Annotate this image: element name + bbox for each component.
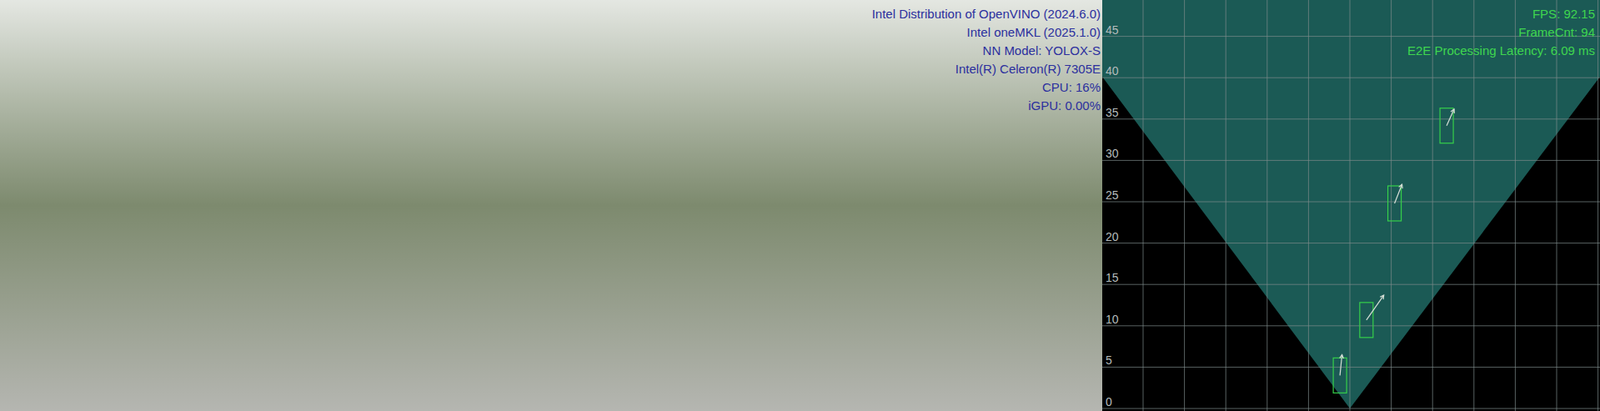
grid-line: [1102, 160, 1600, 161]
tracked-object: [1359, 295, 1385, 338]
overlay-info-line: CPU: 16%: [1042, 78, 1101, 97]
grid-line: [1183, 0, 1185, 411]
overlay-info-line: Intel(R) Celeron(R) 7305E: [955, 60, 1101, 79]
tracked-object: [1388, 184, 1404, 221]
grid-line: [1102, 242, 1600, 244]
stats: FPS: 92.15FrameCnt: 94E2E Processing Lat…: [1407, 5, 1595, 61]
bird-view-chart: 0 5 10 15 20 25 30 35 40 45: [1102, 0, 1600, 411]
grid-line: [1390, 0, 1392, 411]
overlay-info: Intel Distribution of OpenVINO (2024.6.0…: [872, 5, 1101, 116]
grid-line: [1432, 0, 1434, 411]
grid-line: [1473, 0, 1475, 411]
grid-line: [1102, 118, 1600, 120]
y-tick-label: 45: [1105, 23, 1119, 37]
stat-line: E2E Processing Latency: 6.09 ms: [1407, 41, 1595, 61]
overlay-info-line: NN Model: YOLOX-S: [983, 41, 1101, 61]
grid-line: [1102, 366, 1600, 368]
app: Intel Distribution of OpenVINO (2024.6.0…: [0, 0, 1600, 411]
y-tick-label: 25: [1105, 188, 1119, 202]
field-of-view: [1102, 0, 1600, 409]
grid-line: [1102, 201, 1600, 203]
y-tick-label: 30: [1105, 146, 1119, 161]
grid-line: [1102, 325, 1600, 327]
grid-line: [1102, 284, 1600, 286]
overlay-info-line: Intel Distribution of OpenVINO (2024.6.0…: [872, 5, 1101, 24]
grid-line: [1143, 0, 1144, 411]
overlay-info-line: iGPU: 0.00%: [1028, 96, 1101, 116]
y-tick-label: 40: [1105, 64, 1119, 78]
grid-line: [1349, 0, 1351, 411]
grid-line: [1102, 77, 1600, 79]
tracked-object: [1333, 355, 1347, 394]
raw-frame: [0, 0, 552, 411]
y-tick-label: 5: [1105, 353, 1113, 367]
grid-line: [1514, 0, 1516, 411]
y-tick-label: 20: [1105, 230, 1119, 244]
bird-view: 0 5 10 15 20 25 30 35 40 45 FPS: 92.15FrameCnt: 94…: [1102, 0, 1600, 411]
y-tick-label: 35: [1105, 105, 1119, 120]
annotated-frame: [551, 0, 1103, 411]
y-tick-label: 0: [1105, 395, 1113, 409]
grid-line: [1102, 408, 1600, 410]
grid-line: [1225, 0, 1227, 411]
grid-line: [1308, 0, 1310, 411]
y-tick-label: 15: [1105, 270, 1119, 285]
grid-line: [1556, 0, 1558, 411]
grid-line: [1597, 0, 1599, 411]
stat-line: FPS: 92.15: [1532, 5, 1595, 24]
y-tick-label: 10: [1105, 312, 1119, 327]
tracked-object: [1439, 108, 1455, 144]
grid-line: [1266, 0, 1268, 411]
overlay-info-line: Intel oneMKL (2025.1.0): [967, 23, 1101, 42]
stat-line: FrameCnt: 94: [1518, 23, 1595, 42]
